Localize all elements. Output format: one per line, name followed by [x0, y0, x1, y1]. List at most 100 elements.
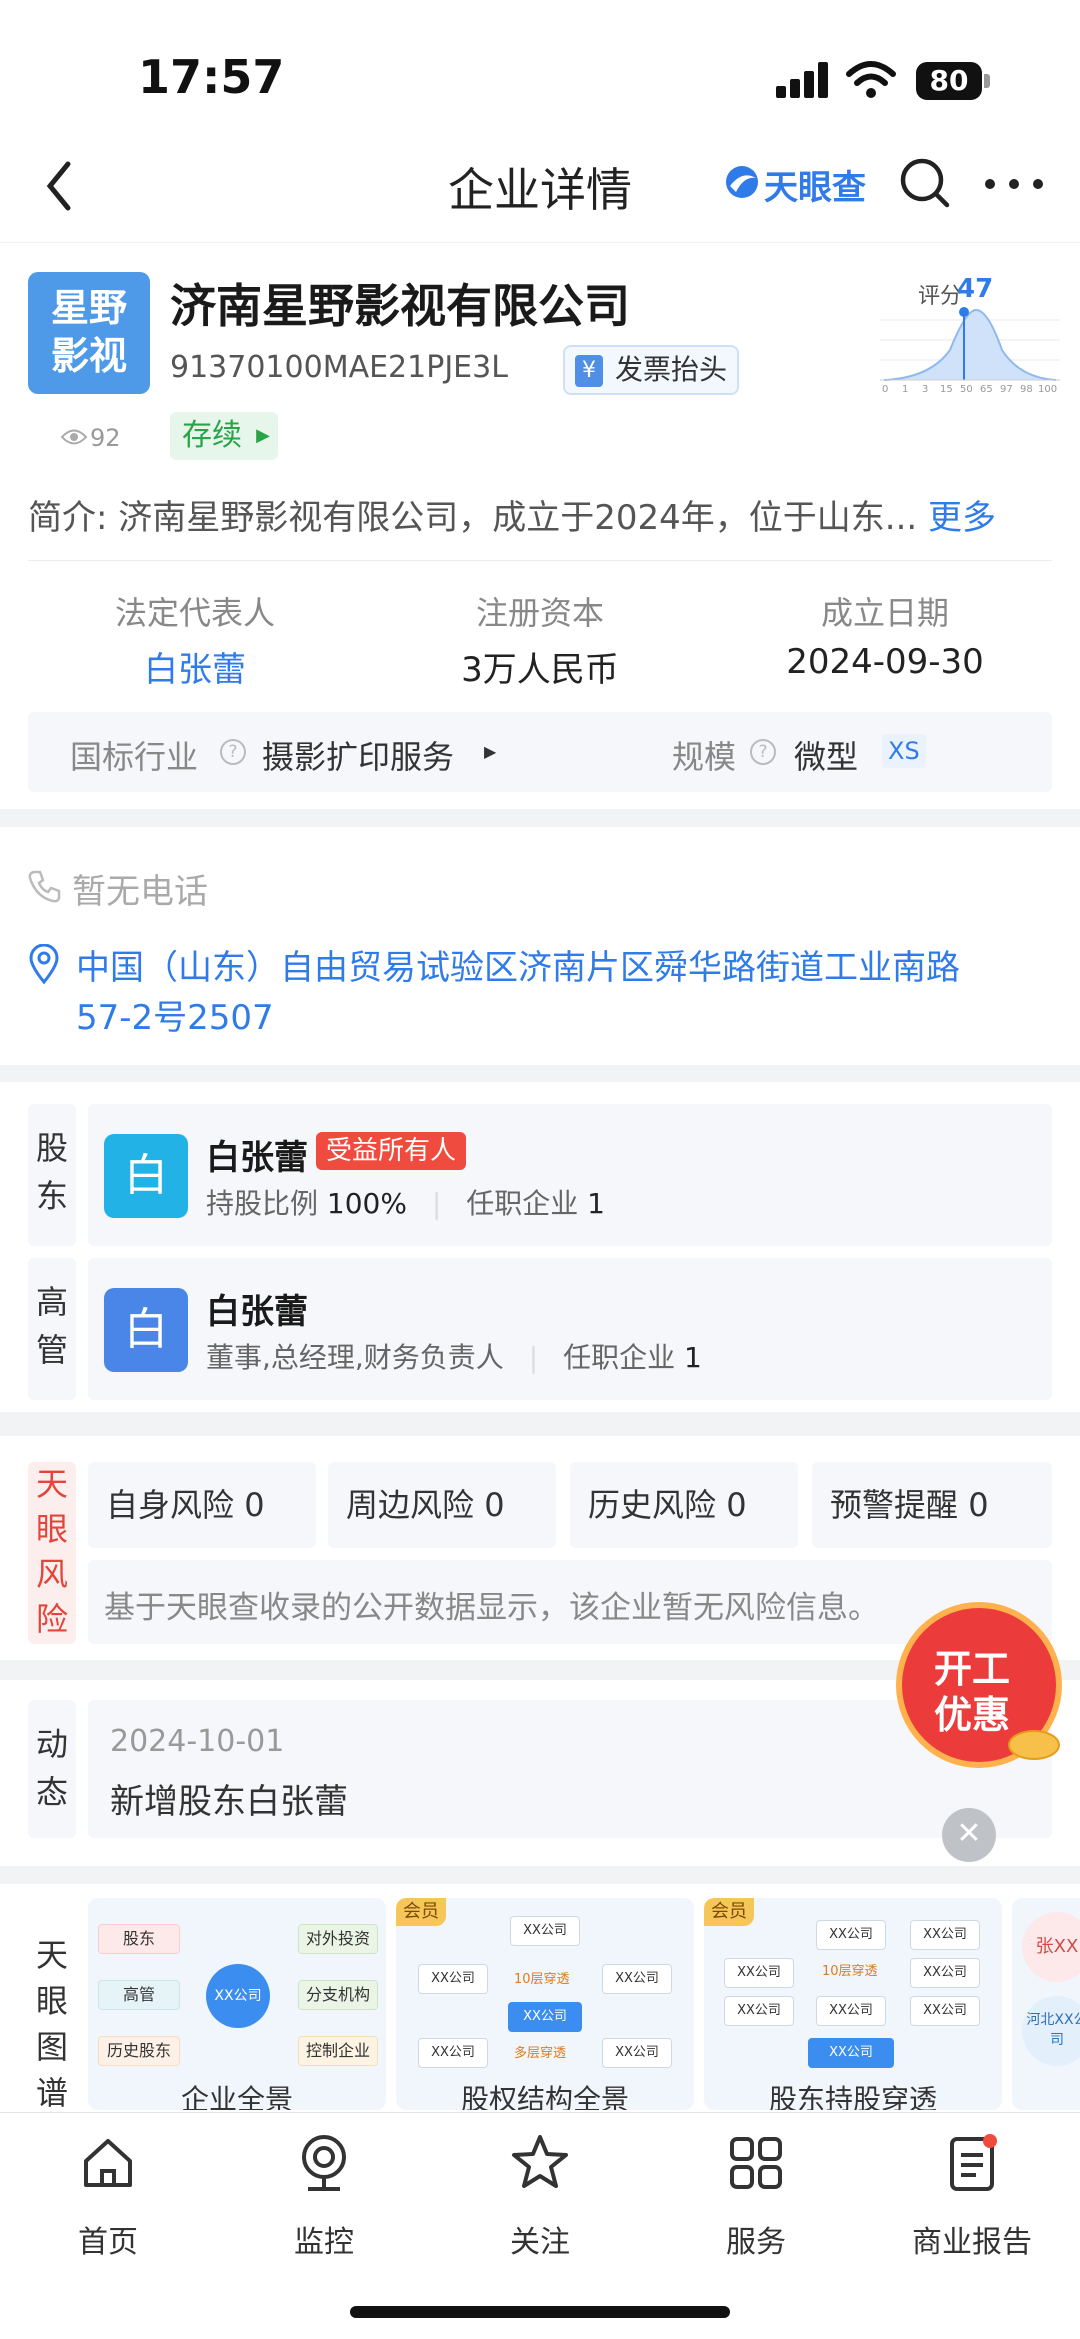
search-icon[interactable] [898, 156, 952, 210]
intro-more-link[interactable]: 更多 [928, 498, 996, 538]
avatar: 白 [104, 1134, 188, 1218]
risk-label: 预警提醒 [830, 1486, 959, 1524]
home-icon [84, 2139, 132, 2187]
graph-node: XX公司 [910, 1920, 980, 1950]
brand-name: 天眼查 [764, 168, 866, 208]
separator: | [528, 1341, 539, 1374]
risk-warning[interactable]: 预警提醒 0 [812, 1462, 1052, 1548]
help-icon[interactable]: ? [750, 739, 776, 765]
graph-node: 对外投资 [298, 1924, 378, 1954]
legal-rep-value[interactable]: 白张蕾 [30, 642, 360, 691]
graph-node: XX公司 [418, 2038, 488, 2068]
found-date-value: 2024-09-30 [786, 642, 984, 682]
page-title: 企业详情 [448, 163, 632, 217]
location-icon [29, 944, 59, 984]
news-date: 2024-10-01 [110, 1724, 285, 1759]
industry-value[interactable]: 摄影扩印服务 [262, 732, 454, 778]
clock: 17:57 [138, 50, 285, 104]
risk-self[interactable]: 自身风险 0 [88, 1462, 316, 1548]
graph-node: XX公司 [816, 1920, 886, 1950]
star-icon [512, 2135, 568, 2188]
address-line2[interactable]: 57-2号2507 [76, 990, 274, 1039]
graph-section-label: 天眼图谱 [28, 1898, 76, 2112]
jobs-count: 1 [683, 1341, 702, 1374]
graph-card-shareholder[interactable]: 会员 XX公司 XX公司 XX公司 10层穿透 XX公司 XX公司 XX公司 X… [704, 1898, 1002, 2110]
jobs-label: 任职企业 [563, 1341, 676, 1374]
invoice-header-button[interactable]: ¥ 发票抬头 [563, 345, 739, 395]
tab-label: 监控 [294, 2225, 354, 2260]
graph-node: 张XX [1022, 1912, 1080, 1982]
news-section-label: 动态 [28, 1700, 76, 1838]
signal-icon [776, 62, 830, 98]
graph-card-equity[interactable]: 会员 XX公司 XX公司 XX公司 10层穿透 XX公司 XX公司 XX公司 多… [396, 1898, 694, 2110]
yen-icon: ¥ [575, 355, 603, 387]
promo-float-button[interactable]: 开工 优惠 [896, 1602, 1066, 1772]
beneficial-owner-badge: 受益所有人 [316, 1132, 466, 1170]
reg-capital-label: 注册资本 [475, 594, 604, 632]
executive-name[interactable]: 白张蕾 [206, 1284, 308, 1333]
graph-node: XX公司 [816, 1996, 886, 2026]
address-line1[interactable]: 中国（山东）自由贸易试验区济南片区舜华路街道工业南路 [76, 940, 960, 989]
avatar: 白 [104, 1288, 188, 1372]
score-distribution-chart [880, 307, 1060, 381]
graph-node: 控制企业 [298, 2036, 378, 2066]
phone-icon [28, 870, 61, 903]
tab-label: 首页 [78, 2225, 138, 2260]
graph-card-relation[interactable]: 张XX 河北XX公司 [1012, 1898, 1080, 2110]
vip-badge: 会员 [396, 1898, 446, 1926]
graph-card-panorama[interactable]: 股东 高管 历史股东 XX公司 对外投资 分支机构 控制企业 企业全景 [88, 1898, 386, 2110]
risk-label: 历史风险 [588, 1486, 717, 1524]
company-logo: 星野影视 [28, 272, 150, 394]
intro-text: 济南星野影视有限公司，成立于2024年，位于山东... [118, 498, 918, 538]
score-tick: 100 [1038, 384, 1058, 395]
back-icon[interactable] [44, 160, 74, 212]
graph-caption: 股东持股穿透 [768, 2083, 937, 2110]
through-label: 多层穿透 [514, 2046, 567, 2061]
shareholder-ratio: 持股比例 100% | 任职企业 1 [206, 1182, 605, 1222]
graph-node: 历史股东 [98, 2036, 180, 2066]
risk-count: 0 [968, 1486, 989, 1524]
roles-text: 董事,总经理,财务负责人 [206, 1341, 504, 1374]
company-intro[interactable]: 简介: 济南星野影视有限公司，成立于2024年，位于山东... 更多 [28, 490, 996, 539]
industry-label: 国标行业 [70, 738, 199, 776]
status-badge[interactable]: 存续 ▶ [170, 412, 278, 460]
risk-label: 周边风险 [346, 1486, 475, 1524]
help-icon[interactable]: ? [220, 739, 246, 765]
risk-surrounding[interactable]: 周边风险 0 [328, 1462, 556, 1548]
section-text: 高管 [35, 1283, 68, 1369]
score-tick: 98 [1020, 384, 1033, 395]
graph-center-node: XX公司 [206, 1964, 270, 2028]
status-text: 存续 [182, 418, 242, 453]
ratio-label: 持股比例 [206, 1187, 319, 1220]
executive-roles: 董事,总经理,财务负责人 | 任职企业 1 [206, 1336, 702, 1376]
divider [28, 560, 1052, 561]
risk-history[interactable]: 历史风险 0 [570, 1462, 798, 1548]
scale-tag: XS [882, 734, 926, 768]
tab-bar: 首页 监控 关注 服务 商业报告 [0, 2112, 1080, 2339]
company-name: 济南星野影视有限公司 [170, 279, 630, 333]
grid-icon [730, 2137, 782, 2189]
graph-node: 高管 [98, 1980, 180, 2010]
shareholder-section-label: 股东 [28, 1104, 76, 1246]
through-label: 10层穿透 [514, 1972, 570, 1987]
score-tick: 97 [1000, 384, 1013, 395]
wifi-icon [846, 61, 896, 98]
vip-badge: 会员 [704, 1898, 754, 1926]
jobs-label: 任职企业 [466, 1187, 579, 1220]
tab-label: 服务 [726, 2225, 786, 2260]
graph-node: XX公司 [418, 1964, 488, 1994]
graph-caption: 企业全景 [180, 2083, 293, 2110]
intro-label: 简介: [28, 498, 108, 538]
logo-text: 星野影视 [50, 286, 127, 378]
promo-close-button[interactable]: ✕ [942, 1808, 996, 1862]
score-axis: 0 1 3 15 50 65 97 98 100 [880, 384, 1060, 400]
more-icon[interactable] [984, 178, 1044, 190]
executive-row[interactable]: 白 白张蕾 董事,总经理,财务负责人 | 任职企业 1 [88, 1258, 1052, 1400]
risk-label: 自身风险 [106, 1486, 235, 1524]
shareholder-name[interactable]: 白张蕾 [206, 1130, 308, 1179]
shareholder-row[interactable]: 白 白张蕾 持股比例 100% | 任职企业 1 [88, 1104, 1052, 1246]
score-tick: 1 [902, 384, 909, 395]
graph-node: XX公司 [602, 1964, 672, 1994]
graph-node: XX公司 [508, 2002, 582, 2032]
credit-code[interactable]: 91370100MAE21PJE3L [170, 350, 508, 385]
